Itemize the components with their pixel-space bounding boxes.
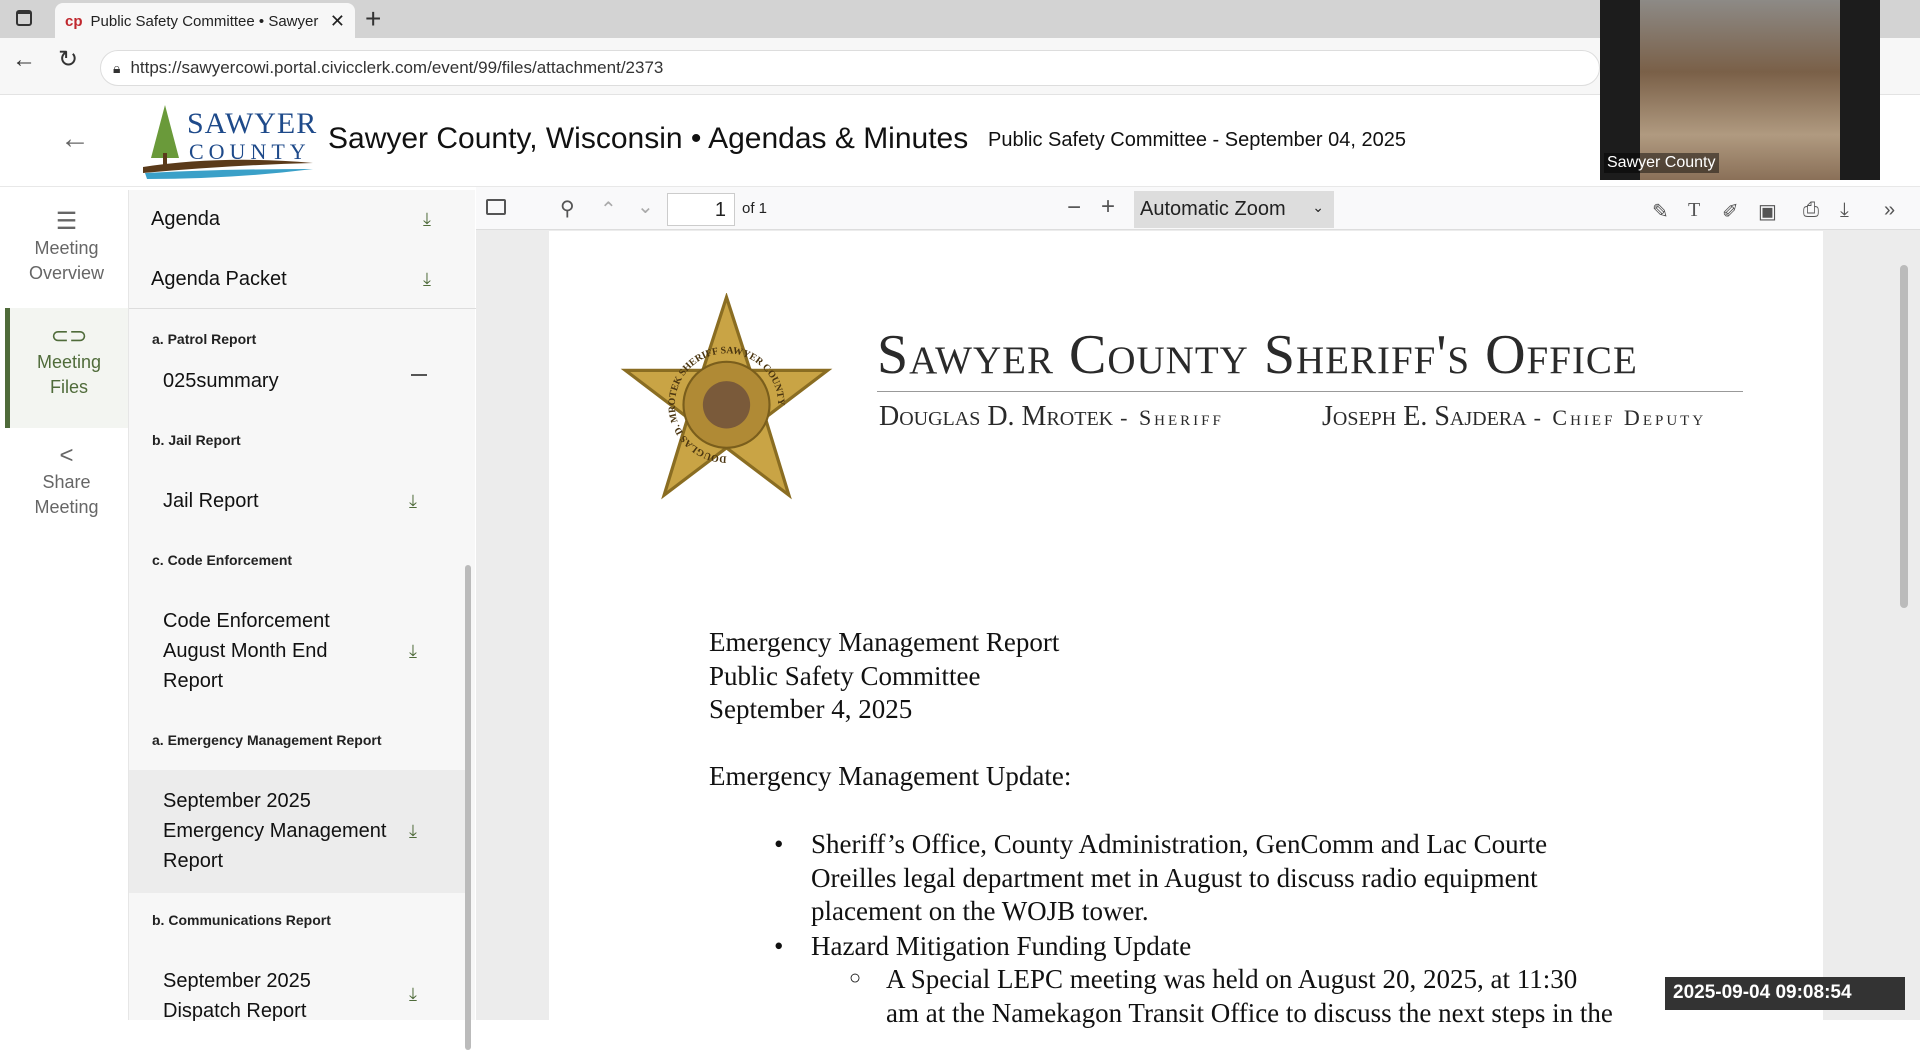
new-tab-icon[interactable]: + xyxy=(365,3,381,35)
file-item[interactable]: September 2025 Emergency Management Report xyxy=(163,786,386,876)
download-icon[interactable]: ⤓ xyxy=(423,209,439,229)
pdf-page: DOUGLAS D. MROTEK SHERIFF SAWYER COUNTY … xyxy=(549,231,1823,1028)
zoom-in-icon[interactable]: + xyxy=(1101,193,1115,221)
deputy-name: Joseph E. Sajdera - Chief Deputy xyxy=(1322,401,1707,432)
file-item[interactable]: 025summary xyxy=(163,366,279,396)
sheriff-office-title: Sawyer County Sheriff's Office xyxy=(877,324,1638,386)
download-icon[interactable]: ⤓ xyxy=(409,821,425,841)
tab-actions-icon[interactable] xyxy=(16,10,32,26)
file-item[interactable]: Code Enforcement August Month End Report xyxy=(163,606,330,696)
file-agenda-packet[interactable]: Agenda Packet xyxy=(151,264,287,294)
pdf-scrollbar[interactable] xyxy=(1900,265,1908,608)
site-title: Sawyer County, Wisconsin • Agendas & Min… xyxy=(328,122,969,155)
divider xyxy=(877,391,1743,392)
more-tools-icon[interactable]: » xyxy=(1884,199,1895,222)
highlight-icon[interactable]: ✎ xyxy=(1652,199,1669,224)
meeting-title: Public Safety Committee - September 04, … xyxy=(988,129,1406,151)
zoom-select[interactable]: Automatic Zoom ⌄ xyxy=(1134,191,1334,228)
nav-meeting-files[interactable]: ⊂⊃ Meeting Files xyxy=(5,308,128,428)
bullet-icon: • xyxy=(774,829,784,859)
sidebar-toggle-icon[interactable] xyxy=(486,199,506,215)
image-icon[interactable]: ▣ xyxy=(1758,199,1777,224)
back-arrow-icon[interactable]: ← xyxy=(60,122,90,156)
divider xyxy=(129,308,476,309)
back-icon[interactable]: ← xyxy=(12,46,36,74)
files-scrollbar[interactable] xyxy=(465,565,471,1050)
meeting-files-panel: Agenda ⤓ Agenda Packet ⤓ a. Patrol Repor… xyxy=(128,190,476,1050)
download-icon[interactable]: ⤓ xyxy=(423,269,439,289)
url-field[interactable]: 🔒︎ https://sawyercowi.portal.civicclerk.… xyxy=(100,50,1600,86)
page-count: of 1 xyxy=(742,200,768,217)
video-feed[interactable]: Sawyer County xyxy=(1600,0,1880,180)
share-icon: < xyxy=(59,442,74,469)
download-icon[interactable]: ⤓ xyxy=(409,641,425,661)
sheriff-badge-icon: DOUGLAS D. MROTEK SHERIFF SAWYER COUNTY xyxy=(620,293,833,500)
file-item[interactable]: September 2025 Dispatch Report xyxy=(163,966,311,1026)
list-icon: ☰ xyxy=(55,208,78,235)
file-item[interactable]: Jail Report xyxy=(163,486,259,516)
print-icon[interactable]: ⎙ xyxy=(1803,199,1819,222)
save-icon[interactable]: ⤓ xyxy=(1840,199,1849,222)
zoom-out-icon[interactable]: − xyxy=(1067,194,1081,222)
download-icon[interactable]: ⤓ xyxy=(409,984,425,1004)
text-icon[interactable]: T xyxy=(1688,199,1700,222)
search-icon[interactable]: ⚲ xyxy=(560,196,575,221)
collapse-icon[interactable] xyxy=(411,374,427,376)
sheriff-name: Douglas D. Mrotek - Sheriff xyxy=(879,401,1224,432)
sub-bullet-icon: ○ xyxy=(849,967,862,989)
reload-icon[interactable]: ↻ xyxy=(58,45,78,74)
bullet-icon: • xyxy=(774,931,784,961)
close-tab-icon[interactable]: ✕ xyxy=(330,11,345,32)
file-agenda[interactable]: Agenda xyxy=(151,204,220,234)
chevron-down-icon: ⌄ xyxy=(1312,199,1324,215)
lock-icon: 🔒︎ xyxy=(113,59,121,76)
browser-tab[interactable]: cp Public Safety Committee • Sawyer ✕ xyxy=(55,3,355,39)
civicclerk-favicon-icon: cp xyxy=(65,12,83,30)
draw-icon[interactable]: ✐ xyxy=(1722,199,1739,224)
video-label: Sawyer County xyxy=(1604,153,1719,173)
left-nav: ☰ Meeting Overview ⊂⊃ Meeting Files < Shar… xyxy=(5,190,128,1020)
previous-page-icon[interactable]: ⌃ xyxy=(600,197,617,222)
page-number-input[interactable]: 1 xyxy=(667,193,735,226)
nav-meeting-overview[interactable]: ☰ Meeting Overview xyxy=(5,208,128,286)
paperclip-icon: ⊂⊃ xyxy=(50,323,88,348)
sawyer-county-logo[interactable]: SAWYER COUNTY xyxy=(143,103,318,181)
nav-share-meeting[interactable]: < Share Meeting xyxy=(5,442,128,520)
next-page-icon[interactable]: ⌄ xyxy=(637,194,654,219)
download-icon[interactable]: ⤓ xyxy=(409,491,425,511)
timestamp-overlay: 2025-09-04 09:08:54 xyxy=(1665,977,1905,1010)
